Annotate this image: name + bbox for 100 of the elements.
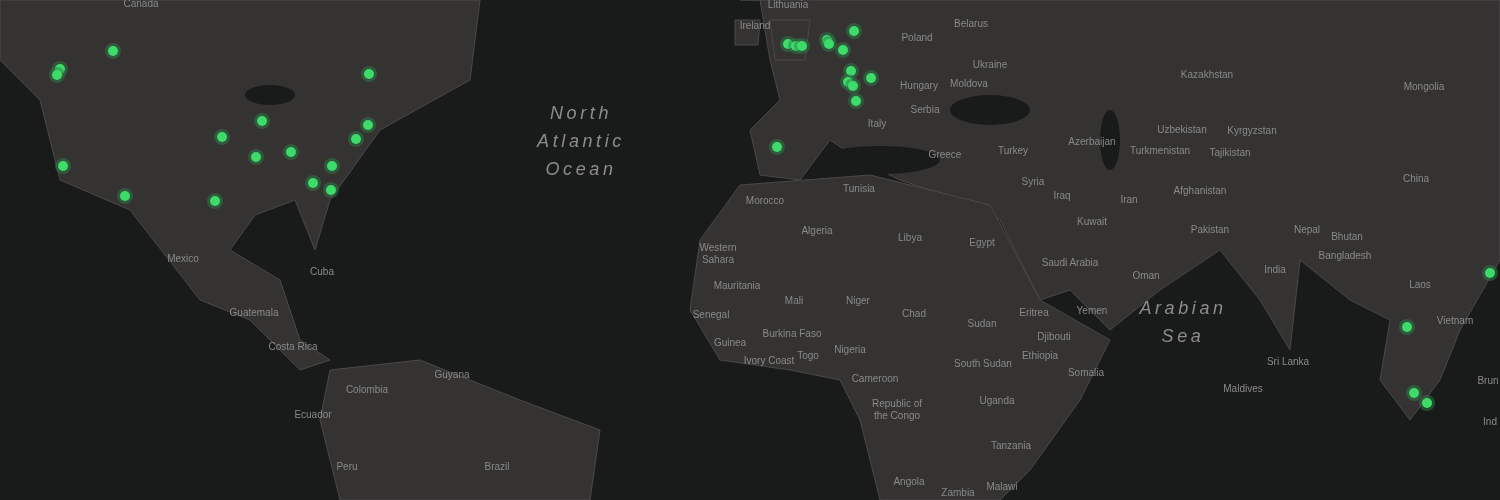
location-marker[interactable] <box>1399 319 1415 335</box>
country-label: Togo <box>797 350 819 362</box>
country-label: Uganda <box>979 395 1015 407</box>
country-label: Afghanistan <box>1173 185 1227 197</box>
location-marker[interactable] <box>846 23 862 39</box>
ocean-label: Arabian Sea <box>1138 297 1228 348</box>
country-label: Egypt <box>969 237 995 249</box>
location-marker[interactable] <box>821 36 837 52</box>
country-label: Bangladesh <box>1318 250 1372 262</box>
country-label: Pakistan <box>1190 224 1230 236</box>
location-marker[interactable] <box>863 70 879 86</box>
location-marker[interactable] <box>835 42 851 58</box>
location-marker[interactable] <box>769 139 785 155</box>
country-label: Brun <box>1477 375 1499 387</box>
location-marker[interactable] <box>49 67 65 83</box>
location-marker[interactable] <box>117 188 133 204</box>
country-label: Sri Lanka <box>1266 356 1310 368</box>
location-marker[interactable] <box>207 193 223 209</box>
country-label: Sudan <box>967 318 997 330</box>
country-label: Kuwait <box>1077 216 1107 228</box>
location-marker[interactable] <box>55 158 71 174</box>
country-label: Oman <box>1132 270 1160 282</box>
country-label: Belarus <box>954 18 988 30</box>
location-marker[interactable] <box>283 144 299 160</box>
country-label: Serbia <box>910 104 940 116</box>
location-marker[interactable] <box>1406 385 1422 401</box>
country-label: Vietnam <box>1436 315 1474 327</box>
country-label: Mexico <box>167 253 199 265</box>
country-label: Western Sahara <box>698 242 738 266</box>
country-label: Tajikistan <box>1209 147 1251 159</box>
location-marker[interactable] <box>843 63 859 79</box>
country-label: Nepal <box>1293 224 1321 236</box>
country-label: Republic of the Congo <box>871 398 923 422</box>
country-label: Lithuania <box>767 0 809 11</box>
location-marker[interactable] <box>361 66 377 82</box>
country-label: Laos <box>1409 279 1431 291</box>
country-label: Greece <box>928 149 962 161</box>
country-label: Guyana <box>434 369 470 381</box>
country-label: Ivory Coast <box>743 355 795 367</box>
location-marker[interactable] <box>848 93 864 109</box>
location-marker[interactable] <box>105 43 121 59</box>
country-label: Saudi Arabia <box>1041 257 1099 269</box>
location-marker[interactable] <box>305 175 321 191</box>
location-marker[interactable] <box>248 149 264 165</box>
country-label: Syria <box>1021 176 1045 188</box>
country-label: Ecuador <box>294 409 332 421</box>
location-marker[interactable] <box>214 129 230 145</box>
country-label: Niger <box>846 295 870 307</box>
country-label: Libya <box>898 232 922 244</box>
country-label: Maldives <box>1223 383 1263 395</box>
country-label: India <box>1264 264 1286 276</box>
country-label: Djibouti <box>1037 331 1071 343</box>
country-label: Cameroon <box>851 373 899 385</box>
country-label: Mongolia <box>1403 81 1445 93</box>
country-label: Moldova <box>950 78 988 90</box>
country-label: Zambia <box>941 487 975 499</box>
location-marker[interactable] <box>360 117 376 133</box>
country-label: Somalia <box>1067 367 1105 379</box>
country-label: China <box>1402 173 1430 185</box>
country-label: Bhutan <box>1331 231 1363 243</box>
country-label: Uzbekistan <box>1157 124 1207 136</box>
location-marker[interactable] <box>1419 395 1435 411</box>
location-marker[interactable] <box>324 158 340 174</box>
country-label: Peru <box>336 461 358 473</box>
country-label: Kyrgyzstan <box>1227 125 1277 137</box>
country-label: Cuba <box>310 266 334 278</box>
location-marker[interactable] <box>845 78 861 94</box>
country-label: Senegal <box>692 309 730 321</box>
country-label: Yemen <box>1076 305 1108 317</box>
country-label: Kazakhstan <box>1180 69 1234 81</box>
country-label: Iran <box>1120 194 1138 206</box>
country-label: Turkey <box>997 145 1029 157</box>
country-label: Ukraine <box>972 59 1008 71</box>
country-label: Mauritania <box>713 280 761 292</box>
country-label: Azerbaijan <box>1068 136 1116 148</box>
country-label: Chad <box>902 308 926 320</box>
country-label: Ind <box>1483 416 1497 428</box>
country-label: Canada <box>123 0 159 10</box>
country-label: Colombia <box>345 384 389 396</box>
country-label: Iraq <box>1053 190 1071 202</box>
country-label: Malawi <box>986 481 1018 493</box>
country-label: Tanzania <box>991 440 1031 452</box>
country-label: Mali <box>784 295 804 307</box>
country-label: Ireland <box>739 20 771 32</box>
country-label: Angola <box>893 476 925 488</box>
country-label: Tunisia <box>843 183 875 195</box>
location-marker[interactable] <box>1482 265 1498 281</box>
location-marker[interactable] <box>348 131 364 147</box>
country-label: Brazil <box>484 461 510 473</box>
location-marker[interactable] <box>794 38 810 54</box>
country-label: Nigeria <box>834 344 866 356</box>
country-label: Eritrea <box>1019 307 1049 319</box>
country-label: Costa Rica <box>268 341 318 353</box>
location-marker[interactable] <box>254 113 270 129</box>
country-label: Burkina Faso <box>762 328 822 340</box>
ocean-label: North Atlantic Ocean <box>535 102 626 181</box>
country-label: Morocco <box>745 195 785 207</box>
country-label: Hungary <box>900 80 938 92</box>
country-label: Guatemala <box>229 307 279 319</box>
location-marker[interactable] <box>323 182 339 198</box>
